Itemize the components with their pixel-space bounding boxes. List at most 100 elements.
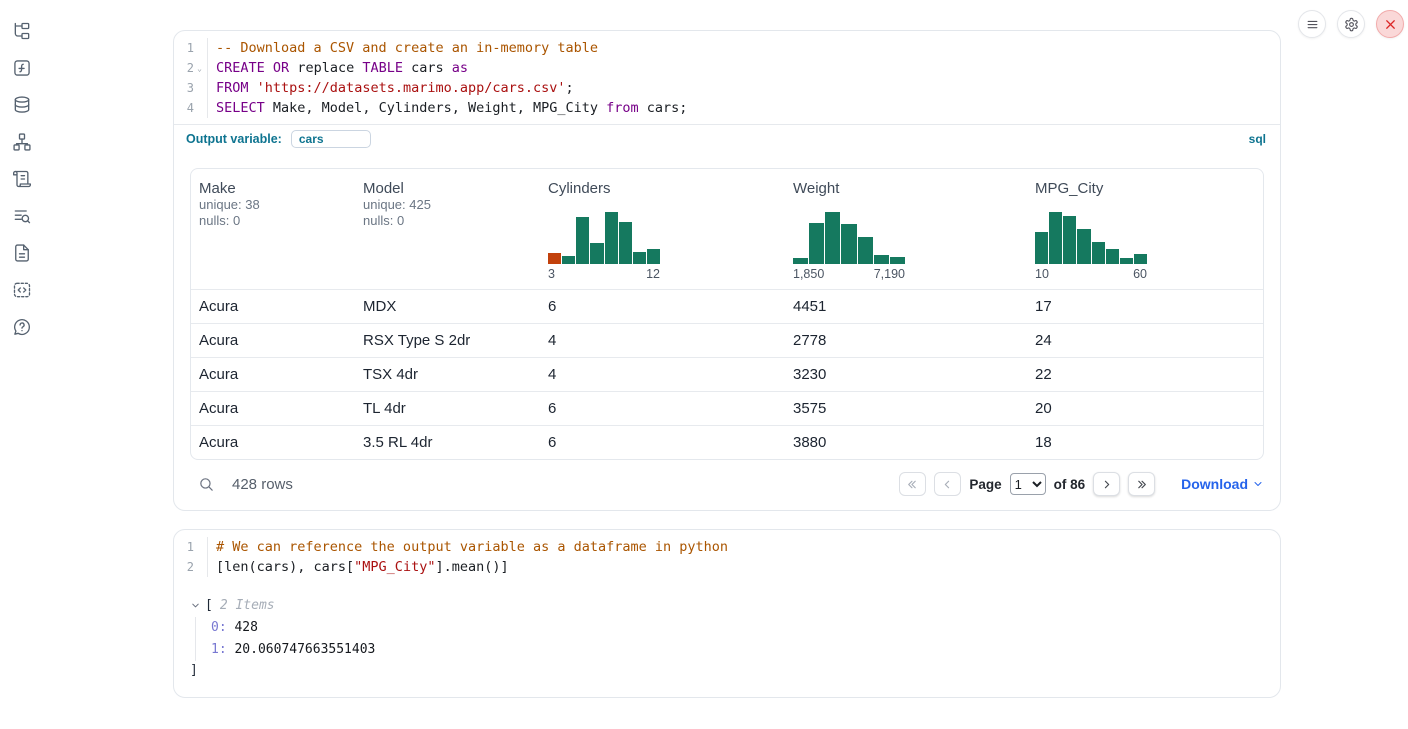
sidebar-item-data-sources[interactable] xyxy=(10,93,34,117)
histogram-bar[interactable] xyxy=(590,243,603,264)
table-cell: RSX Type S 2dr xyxy=(355,324,540,357)
sidebar-item-file-tree[interactable] xyxy=(10,19,34,43)
table-cell: Acura xyxy=(191,358,355,391)
settings-button[interactable] xyxy=(1337,10,1365,38)
column-header-mpg_city[interactable]: MPG_City1060 xyxy=(1027,169,1263,289)
previous-page-button[interactable] xyxy=(934,472,961,496)
table-row: AcuraRSX Type S 2dr4277824 xyxy=(191,323,1263,357)
sidebar-item-logs[interactable] xyxy=(10,167,34,191)
histogram-bar[interactable] xyxy=(809,223,824,264)
histogram-bars xyxy=(548,212,660,264)
sidebar-item-functions[interactable] xyxy=(10,56,34,80)
sidebar-item-snippets[interactable] xyxy=(10,278,34,302)
column-stat: unique: 425 xyxy=(363,197,532,213)
documentation-icon xyxy=(12,243,32,263)
sql-code-editor[interactable]: 12⌄34-- Download a CSV and create an in-… xyxy=(174,31,1280,124)
sidebar-item-scratchpad[interactable] xyxy=(10,204,34,228)
histogram-bar[interactable] xyxy=(1092,242,1105,264)
last-page-button[interactable] xyxy=(1128,472,1155,496)
histogram-bar[interactable] xyxy=(1134,254,1147,264)
table-cell: Acura xyxy=(191,290,355,323)
table-cell: 2778 xyxy=(785,324,1027,357)
histogram-bar[interactable] xyxy=(841,224,856,264)
python-code-editor[interactable]: 12 # We can reference the output variable… xyxy=(174,530,1280,583)
histogram-bar[interactable] xyxy=(619,222,632,264)
chevron-right-icon xyxy=(1100,478,1113,491)
page-label: Page xyxy=(969,477,1001,492)
histogram-bar[interactable] xyxy=(562,256,575,264)
scratchpad-icon xyxy=(12,206,32,226)
histogram-bar[interactable] xyxy=(1049,212,1062,264)
menu-button[interactable] xyxy=(1298,10,1326,38)
chevrons-left-icon xyxy=(906,478,919,491)
histogram-bar[interactable] xyxy=(825,212,840,264)
close-button[interactable] xyxy=(1376,10,1404,38)
page-select[interactable]: 1 xyxy=(1010,473,1046,495)
functions-icon xyxy=(12,58,32,78)
histogram-bar[interactable] xyxy=(1120,258,1133,264)
histogram-bar[interactable] xyxy=(1077,229,1090,264)
window-controls xyxy=(1298,10,1404,38)
chevron-left-icon xyxy=(941,478,954,491)
histogram-bar[interactable] xyxy=(874,255,889,264)
list-output-entries: 0: 4281: 20.060747663551403 xyxy=(195,617,1264,661)
item-value: 20.060747663551403 xyxy=(234,642,375,657)
histogram-bar[interactable] xyxy=(647,249,660,264)
histogram-axis: 1,8507,190 xyxy=(793,267,905,281)
histogram-bar[interactable] xyxy=(1106,249,1119,264)
output-variable-row: Output variable: sql xyxy=(174,124,1280,154)
axis-max-label: 12 xyxy=(646,267,660,281)
table-cell: TL 4dr xyxy=(355,392,540,425)
column-name: Model xyxy=(363,180,532,197)
table-cell: 18 xyxy=(1027,426,1263,459)
collapse-toggle[interactable] xyxy=(190,599,203,612)
table-cell: 3575 xyxy=(785,392,1027,425)
table-cell: TSX 4dr xyxy=(355,358,540,391)
line-number: 3 xyxy=(174,78,207,98)
column-header-weight[interactable]: Weight1,8507,190 xyxy=(785,169,1027,289)
histogram-bar[interactable] xyxy=(890,257,905,264)
next-page-button[interactable] xyxy=(1093,472,1120,496)
histogram-bar[interactable] xyxy=(1035,232,1048,264)
column-header-model[interactable]: Modelunique: 425nulls: 0 xyxy=(355,169,540,289)
table-cell: 4451 xyxy=(785,290,1027,323)
table-cell: 4 xyxy=(540,324,785,357)
histogram-bar[interactable] xyxy=(1063,216,1076,264)
histogram-axis: 3 12 xyxy=(548,267,660,281)
sidebar-item-documentation[interactable] xyxy=(10,241,34,265)
python-cell-output: [ 2 Items 0: 4281: 20.060747663551403 ] xyxy=(174,583,1280,697)
axis-min-label: 3 xyxy=(548,267,555,281)
column-header-make[interactable]: Makeunique: 38nulls: 0 xyxy=(191,169,355,289)
line-number-gutter: 12 xyxy=(174,537,208,577)
table-cell: 4 xyxy=(540,358,785,391)
line-number: 2⌄ xyxy=(174,58,207,78)
column-name: Cylinders xyxy=(548,180,777,197)
histogram-bar[interactable] xyxy=(548,253,561,264)
chevrons-right-icon xyxy=(1135,478,1148,491)
histogram-bar[interactable] xyxy=(633,252,646,264)
column-histogram: 1,8507,190 xyxy=(793,212,905,281)
code-line: [len(cars), cars["MPG_City"].mean()] xyxy=(216,557,1280,577)
page-total-label: of 86 xyxy=(1054,477,1086,492)
search-button[interactable] xyxy=(198,475,216,493)
data-table: Makeunique: 38nulls: 0Modelunique: 425nu… xyxy=(190,168,1264,460)
histogram-bar[interactable] xyxy=(605,212,618,264)
activity-sidebar xyxy=(0,0,44,729)
sql-cell-output: Makeunique: 38nulls: 0Modelunique: 425nu… xyxy=(174,154,1280,510)
column-header-cylinders[interactable]: Cylinders 3 12 xyxy=(540,169,785,289)
output-variable-input[interactable] xyxy=(291,130,371,148)
histogram-bar[interactable] xyxy=(858,237,873,264)
fold-chevron-icon[interactable]: ⌄ xyxy=(194,64,205,73)
download-button[interactable]: Download xyxy=(1181,476,1264,492)
histogram-bar[interactable] xyxy=(576,217,589,264)
close-icon xyxy=(1383,17,1398,32)
sidebar-item-dependency-graph[interactable] xyxy=(10,130,34,154)
list-item: 0: 428 xyxy=(211,617,1264,639)
sidebar-item-help[interactable] xyxy=(10,315,34,339)
axis-max-label: 60 xyxy=(1133,267,1147,281)
code-line: # We can reference the output variable a… xyxy=(216,537,1280,557)
code-line: SELECT Make, Model, Cylinders, Weight, M… xyxy=(216,98,1280,118)
histogram-bar[interactable] xyxy=(793,258,808,264)
axis-max-label: 7,190 xyxy=(874,267,905,281)
first-page-button[interactable] xyxy=(899,472,926,496)
